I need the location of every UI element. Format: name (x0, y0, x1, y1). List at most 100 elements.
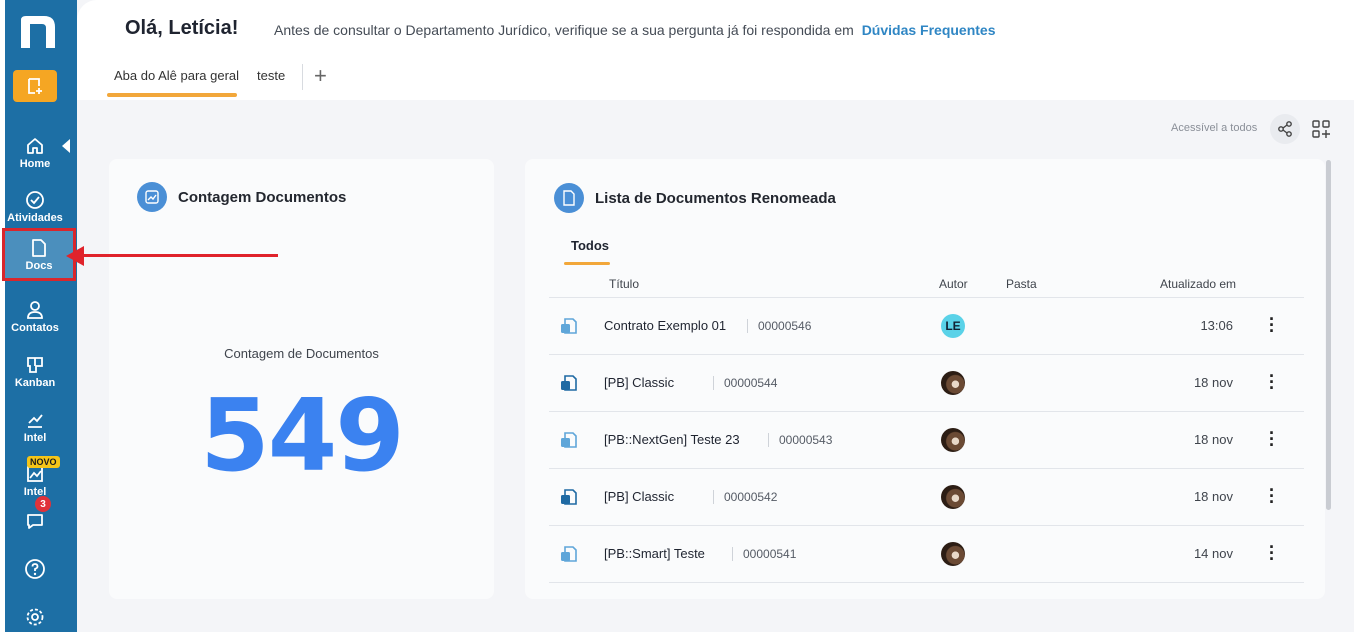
tab-teste[interactable]: teste (257, 68, 285, 83)
sidebar-item-intel[interactable]: Intel (5, 402, 65, 452)
updated-time: 18 nov (1193, 432, 1233, 447)
table-row[interactable]: Contrato Exemplo 01 00000546 LE 13:06 · · · (549, 298, 1304, 355)
sidebar-item-home[interactable]: Home (5, 128, 65, 178)
sidebar-item-label: Intel (23, 432, 47, 444)
updated-time: 18 nov (1193, 489, 1233, 504)
column-header-updated[interactable]: Atualizado em (1160, 277, 1236, 291)
sidebar-item-label: Atividades (7, 212, 63, 224)
document-type-icon (561, 489, 577, 505)
document-title[interactable]: [PB::Smart] Teste (604, 546, 705, 561)
document-code: 00000546 (747, 319, 811, 333)
document-title[interactable]: Contrato Exemplo 01 (604, 318, 726, 333)
document-code: 00000544 (713, 376, 777, 390)
active-tab-indicator (107, 93, 237, 97)
sidebar-item-label: Home (19, 158, 51, 170)
add-tab-button[interactable]: + (314, 63, 327, 89)
tab-divider (302, 64, 303, 90)
access-label: Acessível a todos (1171, 122, 1258, 134)
updated-time: 14 nov (1193, 546, 1233, 561)
table-row[interactable]: [PB::NextGen] Teste 23 00000543 18 nov · · · (549, 412, 1304, 469)
document-type-icon (561, 318, 577, 334)
row-menu-button[interactable]: · · · (1267, 538, 1277, 568)
faq-notice: Antes de consultar o Departamento Jurídi… (274, 22, 996, 38)
tab-aba-do-ale[interactable]: Aba do Alê para geral (114, 68, 239, 83)
table-row[interactable]: [PB] Classic 00000542 18 nov · · · (549, 469, 1304, 526)
annotation-arrow-head (66, 246, 84, 266)
count-value: 549 (200, 377, 405, 494)
novo-badge: NOVO (27, 456, 60, 468)
column-header-folder[interactable]: Pasta (1006, 277, 1037, 291)
new-document-icon (28, 78, 42, 94)
document-icon (32, 238, 46, 257)
chart-trend-icon (137, 182, 167, 212)
faq-link[interactable]: Dúvidas Frequentes (862, 22, 996, 38)
greeting: Olá, Letícia! (125, 17, 239, 39)
new-document-button[interactable] (13, 70, 57, 102)
column-header-author[interactable]: Autor (939, 277, 968, 291)
kanban-icon (27, 357, 43, 373)
avatar (941, 428, 965, 452)
table-row[interactable]: [PB] Classic 00000544 18 nov · · · (549, 355, 1304, 412)
document-type-icon (561, 546, 577, 562)
row-menu-button[interactable]: · · · (1267, 310, 1277, 340)
row-menu-button[interactable]: · · · (1267, 481, 1277, 511)
collapse-sidebar-toggle[interactable] (62, 139, 70, 153)
table-row[interactable]: [PB::Smart] Teste 00000541 14 nov · · · (549, 526, 1304, 583)
document-title[interactable]: [PB::NextGen] Teste 23 (604, 432, 740, 447)
sidebar-item-atividades[interactable]: Atividades (5, 182, 65, 232)
help-icon (25, 559, 45, 579)
avatar (941, 542, 965, 566)
app-logo[interactable] (18, 14, 58, 50)
gear-icon (26, 608, 44, 626)
sidebar-item-settings[interactable] (5, 598, 65, 632)
row-menu-button[interactable]: · · · (1267, 367, 1277, 397)
sidebar-item-label: Docs (25, 259, 53, 272)
updated-time: 13:06 (1200, 318, 1233, 333)
document-code: 00000543 (768, 433, 832, 447)
sidebar-item-kanban[interactable]: Kanban (5, 347, 65, 397)
sidebar-item-label: Kanban (14, 377, 56, 389)
list-card-title: Lista de Documentos Renomeada (595, 190, 836, 207)
chart-line-icon (28, 414, 43, 428)
tab-todos[interactable]: Todos (571, 238, 609, 253)
avatar (941, 485, 965, 509)
count-card-title: Contagem Documentos (178, 189, 347, 206)
document-title[interactable]: [PB] Classic (604, 489, 674, 504)
updated-time: 18 nov (1193, 375, 1233, 390)
user-icon (27, 301, 43, 319)
document-type-icon (561, 432, 577, 448)
sidebar-item-contatos[interactable]: Contatos (5, 292, 65, 342)
avatar (941, 371, 965, 395)
avatar: LE (941, 314, 965, 338)
document-list-icon (554, 183, 584, 213)
sidebar-item-intel-novo[interactable]: Intel NOVO (5, 456, 65, 506)
active-subtab-indicator (564, 262, 610, 265)
sidebar-item-label: Contatos (11, 322, 59, 334)
home-icon (27, 138, 43, 154)
sidebar: Home Atividades Docs Contatos Kanban Int… (2, 0, 77, 632)
sidebar-item-help[interactable] (5, 548, 65, 592)
add-widget-icon (1312, 120, 1330, 138)
row-divider (549, 582, 1304, 583)
document-title[interactable]: [PB] Classic (604, 375, 674, 390)
document-count-card: Contagem Documentos Contagem de Document… (109, 159, 494, 599)
add-widget-button[interactable] (1306, 114, 1336, 144)
document-code: 00000541 (732, 547, 796, 561)
annotation-arrow-line (82, 254, 278, 257)
document-type-icon (561, 375, 577, 391)
document-code: 00000542 (713, 490, 777, 504)
column-header-title[interactable]: Título (609, 277, 639, 291)
count-label: Contagem de Documentos (224, 346, 379, 361)
main-area: Olá, Letícia! Antes de consultar o Depar… (77, 0, 1354, 632)
share-icon (1278, 121, 1292, 137)
share-button[interactable] (1270, 114, 1300, 144)
chat-icon (27, 514, 43, 529)
sidebar-item-docs[interactable]: Docs (2, 228, 76, 281)
sidebar-item-chat[interactable]: 3 (5, 496, 65, 544)
document-list-card: Lista de Documentos Renomeada Todos Títu… (525, 159, 1325, 599)
notice-text: Antes de consultar o Departamento Jurídi… (274, 22, 854, 38)
scrollbar[interactable] (1326, 160, 1331, 510)
chat-count-badge: 3 (35, 496, 51, 512)
check-circle-icon (26, 191, 44, 209)
row-menu-button[interactable]: · · · (1267, 424, 1277, 454)
